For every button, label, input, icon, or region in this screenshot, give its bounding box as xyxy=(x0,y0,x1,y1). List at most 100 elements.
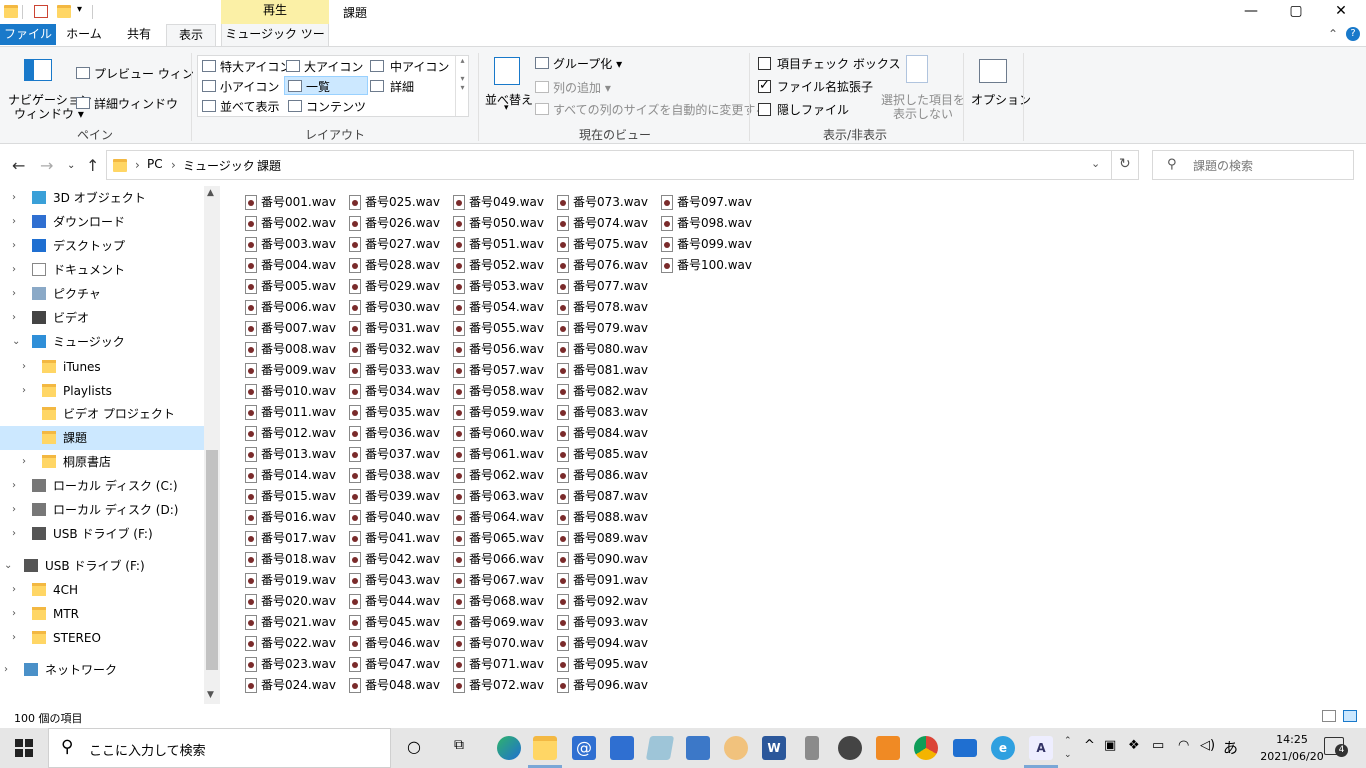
tab-music-tools[interactable]: ミュージック ツール xyxy=(221,24,329,61)
options-icon[interactable] xyxy=(979,59,1007,83)
expand-chevron-icon[interactable]: › xyxy=(12,234,16,258)
help-icon[interactable]: ? xyxy=(1346,27,1360,41)
search-box[interactable]: ⚲ 課題の検索 xyxy=(1152,150,1354,180)
address-dropdown-icon[interactable]: ⌄ xyxy=(1091,157,1100,170)
hide-selected-icon[interactable] xyxy=(906,55,928,83)
nav-item[interactable]: › Playlists xyxy=(0,379,204,403)
calculator-icon[interactable] xyxy=(686,736,710,760)
fit-columns-button[interactable]: すべての列のサイズを自動的に変更する xyxy=(553,101,767,118)
expand-chevron-icon[interactable]: ⌄ xyxy=(12,330,20,354)
expand-chevron-icon[interactable]: › xyxy=(22,355,26,379)
breadcrumb-sep[interactable]: › xyxy=(171,158,176,172)
nav-item[interactable]: › ビデオ xyxy=(0,306,204,330)
recent-locations-icon[interactable]: ⌄ xyxy=(67,160,75,171)
expand-chevron-icon[interactable]: › xyxy=(12,522,16,546)
wifi-icon[interactable]: ◠ xyxy=(1178,738,1189,753)
close-button[interactable]: ✕ xyxy=(1318,0,1364,24)
battery-icon[interactable]: ▭ xyxy=(1152,738,1164,753)
add-column-button[interactable]: 列の追加 ▾ xyxy=(553,79,611,96)
notifications-icon[interactable]: 4 xyxy=(1324,737,1348,757)
layout-details[interactable]: 詳細 xyxy=(390,78,414,95)
expand-chevron-icon[interactable]: › xyxy=(12,282,16,306)
taskbar-scroll[interactable]: ⌃ ⌄ xyxy=(1064,734,1072,762)
new-folder-icon[interactable] xyxy=(57,5,71,18)
layout-content[interactable]: コンテンツ xyxy=(306,98,366,115)
item-checkboxes-label[interactable]: 項目チェック ボックス xyxy=(777,55,900,72)
hidden-items-checkbox[interactable] xyxy=(758,103,771,116)
nav-item[interactable]: › ネットワーク xyxy=(0,658,204,682)
file-explorer-icon[interactable] xyxy=(533,736,557,760)
item-checkboxes-checkbox[interactable] xyxy=(758,57,771,70)
expand-chevron-icon[interactable]: › xyxy=(4,658,8,682)
task-view-icon[interactable]: ⧉ xyxy=(454,737,464,753)
file-extensions-label[interactable]: ファイル名拡張子 xyxy=(777,78,873,95)
layout-extra-large-icons[interactable]: 特大アイコン xyxy=(220,58,291,75)
layout-scroll[interactable]: ▴ ▾ ▾ xyxy=(455,56,469,116)
file-extensions-checkbox[interactable] xyxy=(758,78,771,93)
nav-item[interactable]: › MTR xyxy=(0,602,204,626)
sort-icon[interactable] xyxy=(494,57,520,85)
expand-chevron-icon[interactable]: › xyxy=(22,379,26,403)
microphone-icon[interactable] xyxy=(805,736,819,760)
clock-date[interactable]: 2021/06/20 xyxy=(1252,750,1332,763)
breadcrumb-sep[interactable]: › xyxy=(135,158,140,172)
nav-item[interactable]: ⌄ ミュージック xyxy=(0,330,204,354)
address-bar[interactable]: › PC › ミュージック › 課題 ⌄ ↻ xyxy=(106,150,1139,180)
mail-envelope-icon[interactable] xyxy=(953,739,977,757)
large-icons-view-icon[interactable] xyxy=(1343,710,1357,722)
nav-item[interactable]: › ローカル ディスク (D:) xyxy=(0,498,204,522)
taskbar-search[interactable]: ⚲ ここに入力して検索 xyxy=(48,728,391,768)
layout-medium-icons[interactable]: 中アイコン xyxy=(390,58,449,75)
layout-small-icons[interactable]: 小アイコン xyxy=(220,78,279,95)
nav-item[interactable]: › 3D オブジェクト xyxy=(0,186,204,210)
word-icon[interactable]: W xyxy=(762,736,786,760)
nav-item[interactable]: › デスクトップ xyxy=(0,234,204,258)
nav-pane-label-2[interactable]: ウィンドウ ▾ xyxy=(14,105,84,122)
expand-chevron-icon[interactable]: › xyxy=(12,306,16,330)
expand-chevron-icon[interactable]: › xyxy=(12,498,16,522)
nav-scrollbar[interactable]: ▲ ▼ xyxy=(204,186,220,704)
mail-app-icon[interactable]: @ xyxy=(572,736,596,760)
nav-item[interactable]: › iTunes xyxy=(0,355,204,379)
layout-large-icons[interactable]: 大アイコン xyxy=(304,58,363,75)
expand-chevron-icon[interactable]: › xyxy=(12,602,16,626)
nav-item[interactable]: ビデオ プロジェクト xyxy=(0,402,204,426)
properties-icon[interactable] xyxy=(34,5,48,18)
nav-item[interactable]: › 桐原書店 xyxy=(0,450,204,474)
calendar-app-icon[interactable] xyxy=(610,736,634,760)
font-app-icon[interactable]: A xyxy=(1029,736,1053,760)
tab-file[interactable]: ファイル xyxy=(0,24,56,45)
minimize-button[interactable]: — xyxy=(1228,0,1274,24)
group-by-button[interactable]: グループ化 ▾ xyxy=(553,55,622,72)
scroll-up-icon[interactable]: ▲ xyxy=(207,188,214,198)
maximize-button[interactable]: ▢ xyxy=(1273,0,1319,24)
edge-icon[interactable] xyxy=(497,736,521,760)
scroll-thumb[interactable] xyxy=(206,450,218,670)
expand-chevron-icon[interactable]: › xyxy=(12,578,16,602)
paint-icon[interactable] xyxy=(724,736,748,760)
customize-toolbar-icon[interactable]: ▾ xyxy=(77,4,82,15)
nav-pane-icon[interactable] xyxy=(24,59,52,81)
expand-chevron-icon[interactable]: › xyxy=(12,210,16,234)
layout-list[interactable]: 一覧 xyxy=(306,78,330,95)
notepad-icon[interactable] xyxy=(645,736,675,760)
expand-chevron-icon[interactable]: ⌄ xyxy=(4,554,12,578)
details-pane-button[interactable]: 詳細ウィンドウ xyxy=(94,95,178,112)
nav-item[interactable]: › ドキュメント xyxy=(0,258,204,282)
hidden-items-label[interactable]: 隠しファイル xyxy=(777,101,849,118)
breadcrumb-sep[interactable]: › xyxy=(244,158,249,172)
chrome-icon[interactable] xyxy=(914,736,938,760)
meet-now-icon[interactable]: ▣ xyxy=(1104,738,1116,753)
refresh-icon[interactable]: ↻ xyxy=(1119,156,1131,172)
expand-chevron-icon[interactable]: › xyxy=(12,626,16,650)
expand-chevron-icon[interactable]: › xyxy=(22,450,26,474)
nav-item[interactable]: › ローカル ディスク (C:) xyxy=(0,474,204,498)
nav-item[interactable]: › ピクチャ xyxy=(0,282,204,306)
volume-icon[interactable]: ◁) xyxy=(1200,738,1215,753)
tab-view[interactable]: 表示 xyxy=(166,24,216,47)
options-button[interactable]: オプション xyxy=(971,91,1031,108)
clock-time[interactable]: 14:25 xyxy=(1262,733,1322,746)
scroll-down-icon[interactable]: ▼ xyxy=(207,690,214,700)
expand-chevron-icon[interactable]: › xyxy=(12,474,16,498)
media-app-icon[interactable] xyxy=(838,736,862,760)
